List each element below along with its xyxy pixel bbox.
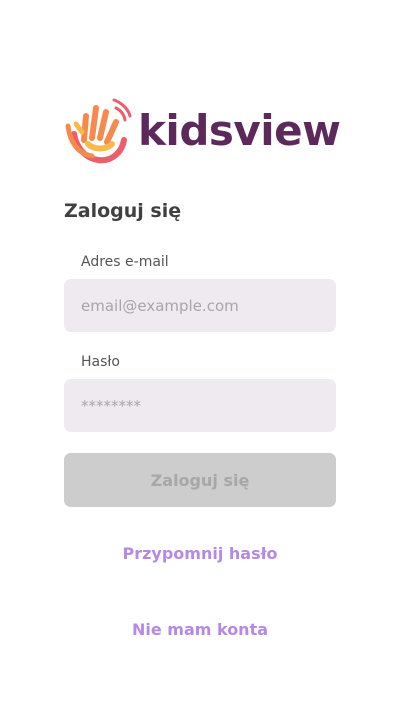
login-button[interactable]: Zaloguj się [64, 453, 336, 507]
waving-hand-icon [65, 98, 132, 164]
email-label: Adres e-mail [81, 254, 169, 270]
password-input[interactable] [64, 379, 336, 432]
email-input[interactable] [64, 279, 336, 332]
brand-logo: kidsview [62, 96, 341, 166]
register-link[interactable]: Nie mam konta [0, 620, 400, 639]
password-label: Hasło [81, 354, 120, 370]
brand-name: kidsview [138, 106, 341, 155]
login-screen: kidsview Zaloguj się Adres e-mail Hasło … [0, 0, 400, 711]
page-title: Zaloguj się [64, 200, 182, 222]
forgot-password-link[interactable]: Przypomnij hasło [0, 544, 400, 563]
